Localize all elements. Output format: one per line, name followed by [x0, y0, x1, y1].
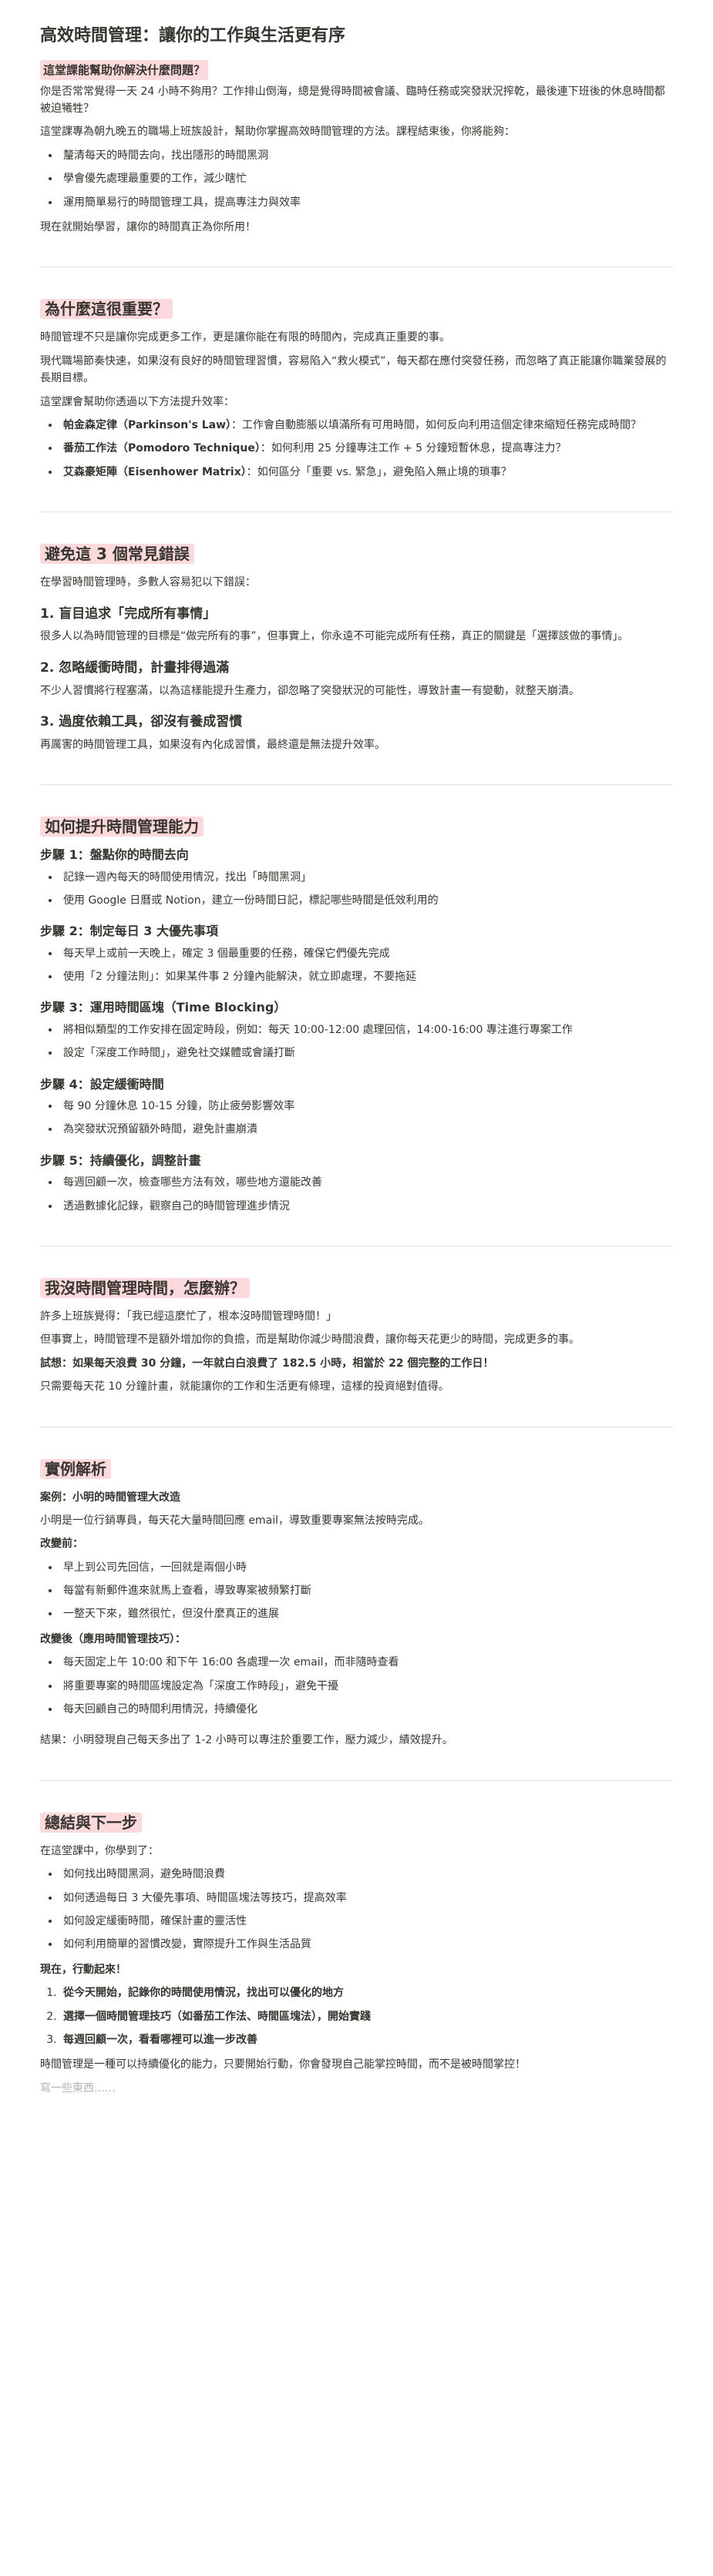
intro-paragraph-2: 這堂課專為朝九晚五的職場上班族設計，幫助你掌握高效時間管理的方法。課程結束後，你… — [40, 126, 515, 139]
why-paragraph-3: 這堂課會幫助你透過以下方法提升效率： — [40, 395, 234, 408]
action-heading: 現在，行動起來！ — [40, 1963, 126, 1976]
step-5-heading: 步驟 5：持續優化，調整計畫 — [40, 1152, 201, 1168]
list-item: 每天早上或前一天晚上，確定 3 個最重要的任務，確保它們優先完成 — [60, 945, 673, 962]
page-title: 高效時間管理：讓你的工作與生活更有序 — [40, 26, 346, 45]
step-2-heading: 步驟 2：制定每日 3 大優先事項 — [40, 924, 218, 939]
list-item: 每週回顧一次，看看哪裡可以進一步改善 — [60, 2031, 673, 2048]
step-3-heading: 步驟 3：運用時間區塊（Time Blocking） — [40, 1000, 287, 1015]
intro-paragraph-3: 現在就開始學習，讓你的時間真正為你所用！ — [40, 221, 256, 234]
section-heading-mistakes: 避免這 3 個常見錯誤 — [40, 543, 673, 565]
list-item: 使用 Google 日曆或 Notion，建立一份時間日記，標記哪些時間是低效利… — [60, 892, 673, 909]
closing-paragraph: 時間管理是一種可以持續優化的能力，只要開始行動，你會發現自己能掌控時間，而不是被… — [40, 2058, 526, 2071]
list-item: 每天固定上午 10:00 和下午 16:00 各處理一次 email，而非隨時查… — [60, 1654, 673, 1671]
step-4-list: 每 90 分鐘休息 10-15 分鐘，防止疲勞影響效率 為突發狀況預留額外時間，… — [40, 1098, 673, 1139]
list-item: 一整天下來，雖然很忙，但沒什麼真正的進展 — [60, 1605, 673, 1622]
before-list: 早上到公司先回信，一回就是兩個小時 每當有新郵件進來就馬上查看，導致專案被頻繁打… — [40, 1559, 673, 1623]
list-item: 釐清每天的時間去向，找出隱形的時間黑洞 — [60, 147, 673, 164]
list-item: 運用簡單易行的時間管理工具，提高專注力與效率 — [60, 194, 673, 211]
section-heading-case: 實例解析 — [40, 1458, 673, 1480]
list-item: 為突發狀況預留額外時間，避免計畫崩潰 — [60, 1121, 673, 1138]
list-item: 艾森豪矩陣（Eisenhower Matrix）：如何區分「重要 vs. 緊急」… — [60, 464, 673, 481]
case-result: 結果：小明發現自己每天多出了 1-2 小時可以專注於重要工作，壓力減少，績效提升… — [40, 1734, 453, 1747]
list-item: 如何利用簡單的習慣改變，實際提升工作與生活品質 — [60, 1936, 673, 1953]
list-item: 使用「2 分鐘法則」：如果某件事 2 分鐘內能解決，就立即處理，不要拖延 — [60, 968, 673, 985]
list-item: 學會優先處理最重要的工作，減少瞎忙 — [60, 170, 673, 187]
after-list: 每天固定上午 10:00 和下午 16:00 各處理一次 email，而非隨時查… — [40, 1654, 673, 1718]
no-time-paragraph-2: 但事實上，時間管理不是額外增加你的負擔，而是幫助你減少時間浪費，讓你每天花更少的… — [40, 1333, 580, 1347]
summary-intro: 在這堂課中，你學到了： — [40, 1844, 159, 1857]
action-steps: 從今天開始，記錄你的時間使用情況，找出可以優化的地方 選擇一個時間管理技巧（如番… — [40, 1984, 673, 2048]
intro-paragraph-1: 你是否常常覺得一天 24 小時不夠用？工作排山倒海，總是覺得時間被會議、臨時任務… — [40, 85, 665, 116]
section-heading-no-time: 我沒時間管理時間，怎麼辦？ — [40, 1277, 673, 1299]
step-5-list: 每週回顧一次，檢查哪些方法有效，哪些地方還能改善 透過數據化記錄，觀察自己的時間… — [40, 1174, 673, 1215]
why-paragraph-2: 現代職場節奏快速，如果沒有良好的時間管理習慣，容易陷入“救火模式”，每天都在應付… — [40, 354, 667, 385]
before-label: 改變前： — [40, 1538, 83, 1551]
step-3-list: 將相似類型的工作安排在固定時段，例如：每天 10:00-12:00 處理回信，1… — [40, 1021, 673, 1062]
list-item: 將相似類型的工作安排在固定時段，例如：每天 10:00-12:00 處理回信，1… — [60, 1021, 673, 1038]
section-heading-why: 為什麼這很重要？ — [40, 298, 673, 320]
intro-list: 釐清每天的時間去向，找出隱形的時間黑洞 學會優先處理最重要的工作，減少瞎忙 運用… — [40, 147, 673, 211]
step-1-heading: 步驟 1：盤點你的時間去向 — [40, 847, 189, 863]
list-item: 每 90 分鐘休息 10-15 分鐘，防止疲勞影響效率 — [60, 1098, 673, 1115]
mistake-3-heading: 3. 過度依賴工具，卻沒有養成習慣 — [40, 713, 243, 730]
list-item: 如何設定緩衝時間，確保計畫的靈活性 — [60, 1913, 673, 1930]
list-item: 設定「深度工作時間」，避免社交媒體或會議打斷 — [60, 1045, 673, 1062]
mistake-3-text: 再厲害的時間管理工具，如果沒有內化成習慣，最終還是無法提升效率。 — [40, 738, 385, 751]
mistake-1-text: 很多人以為時間管理的目標是“做完所有的事”，但事實上，你永遠不可能完成所有任務，… — [40, 630, 629, 643]
case-title: 案例：小明的時間管理大改造 — [40, 1491, 180, 1504]
intro-heading: 這堂課能幫助你解決什麼問題？ — [40, 59, 209, 80]
list-item: 透過數據化記錄，觀察自己的時間管理進步情況 — [60, 1198, 673, 1215]
list-item: 將重要專案的時間區塊設定為「深度工作時段」，避免干擾 — [60, 1678, 673, 1695]
divider — [40, 784, 673, 786]
mistake-2-text: 不少人習慣將行程塞滿，以為這樣能提升生產力，卻忽略了突發狀況的可能性，導致計畫一… — [40, 684, 580, 697]
list-item: 番茄工作法（Pomodoro Technique）：如何利用 25 分鐘專注工作… — [60, 440, 673, 457]
list-item: 帕金森定律（Parkinson's Law）：工作會自動膨脹以填滿所有可用時間，… — [60, 417, 673, 434]
list-item: 從今天開始，記錄你的時間使用情況，找出可以優化的地方 — [60, 1984, 673, 2001]
section-heading-summary: 總結與下一步 — [40, 1812, 673, 1833]
list-item: 選擇一個時間管理技巧（如番茄工作法、時間區塊法），開始實踐 — [60, 2008, 673, 2025]
mistakes-intro: 在學習時間管理時，多數人容易犯以下錯誤： — [40, 576, 256, 589]
methods-list: 帕金森定律（Parkinson's Law）：工作會自動膨脹以填滿所有可用時間，… — [40, 417, 673, 481]
document-page: 高效時間管理：讓你的工作與生活更有序 這堂課能幫助你解決什麼問題？ 你是否常常覺… — [0, 0, 713, 2118]
step-1-list: 記錄一週內每天的時間使用情況，找出「時間黑洞」 使用 Google 日曆或 No… — [40, 869, 673, 910]
summary-list: 如何找出時間黑洞，避免時間浪費 如何透過每日 3 大優先事項、時間區塊法等技巧，… — [40, 1866, 673, 1954]
case-intro: 小明是一位行銷專員，每天花大量時間回應 email，導致重要專案無法按時完成。 — [40, 1514, 430, 1527]
list-item: 每當有新郵件進來就馬上查看，導致專案被頻繁打斷 — [60, 1582, 673, 1599]
step-4-heading: 步驟 4：設定緩衝時間 — [40, 1076, 164, 1092]
list-item: 每天回顧自己的時間利用情況，持續優化 — [60, 1701, 673, 1718]
no-time-paragraph-4: 只需要每天花 10 分鐘計畫，就能讓你的工作和生活更有條理，這樣的投資絕對值得。 — [40, 1380, 449, 1394]
mistake-1-heading: 1. 盲目追求「完成所有事情」 — [40, 605, 217, 622]
why-paragraph-1: 時間管理不只是讓你完成更多工作，更是讓你能在有限的時間內，完成真正重要的事。 — [40, 331, 450, 344]
mistake-2-heading: 2. 忽略緩衝時間，計畫排得過滿 — [40, 659, 230, 676]
list-item: 如何找出時間黑洞，避免時間浪費 — [60, 1866, 673, 1883]
list-item: 記錄一週內每天的時間使用情況，找出「時間黑洞」 — [60, 869, 673, 886]
editor-placeholder[interactable]: 寫一些東西…… — [40, 2080, 673, 2097]
list-item: 如何透過每日 3 大優先事項、時間區塊法等技巧，提高效率 — [60, 1890, 673, 1907]
after-label: 改變後（應用時間管理技巧）： — [40, 1632, 186, 1645]
list-item: 早上到公司先回信，一回就是兩個小時 — [60, 1559, 673, 1576]
no-time-paragraph-3: 試想：如果每天浪費 30 分鐘，一年就白白浪費了 182.5 小時，相當於 22… — [40, 1357, 494, 1370]
section-heading-how: 如何提升時間管理能力 — [40, 816, 673, 837]
divider — [40, 1779, 673, 1781]
list-item: 每週回顧一次，檢查哪些方法有效，哪些地方還能改善 — [60, 1174, 673, 1191]
step-2-list: 每天早上或前一天晚上，確定 3 個最重要的任務，確保它們優先完成 使用「2 分鐘… — [40, 945, 673, 986]
no-time-paragraph-1: 許多上班族覺得：「我已經這麼忙了，根本沒時間管理時間！」 — [40, 1310, 337, 1323]
